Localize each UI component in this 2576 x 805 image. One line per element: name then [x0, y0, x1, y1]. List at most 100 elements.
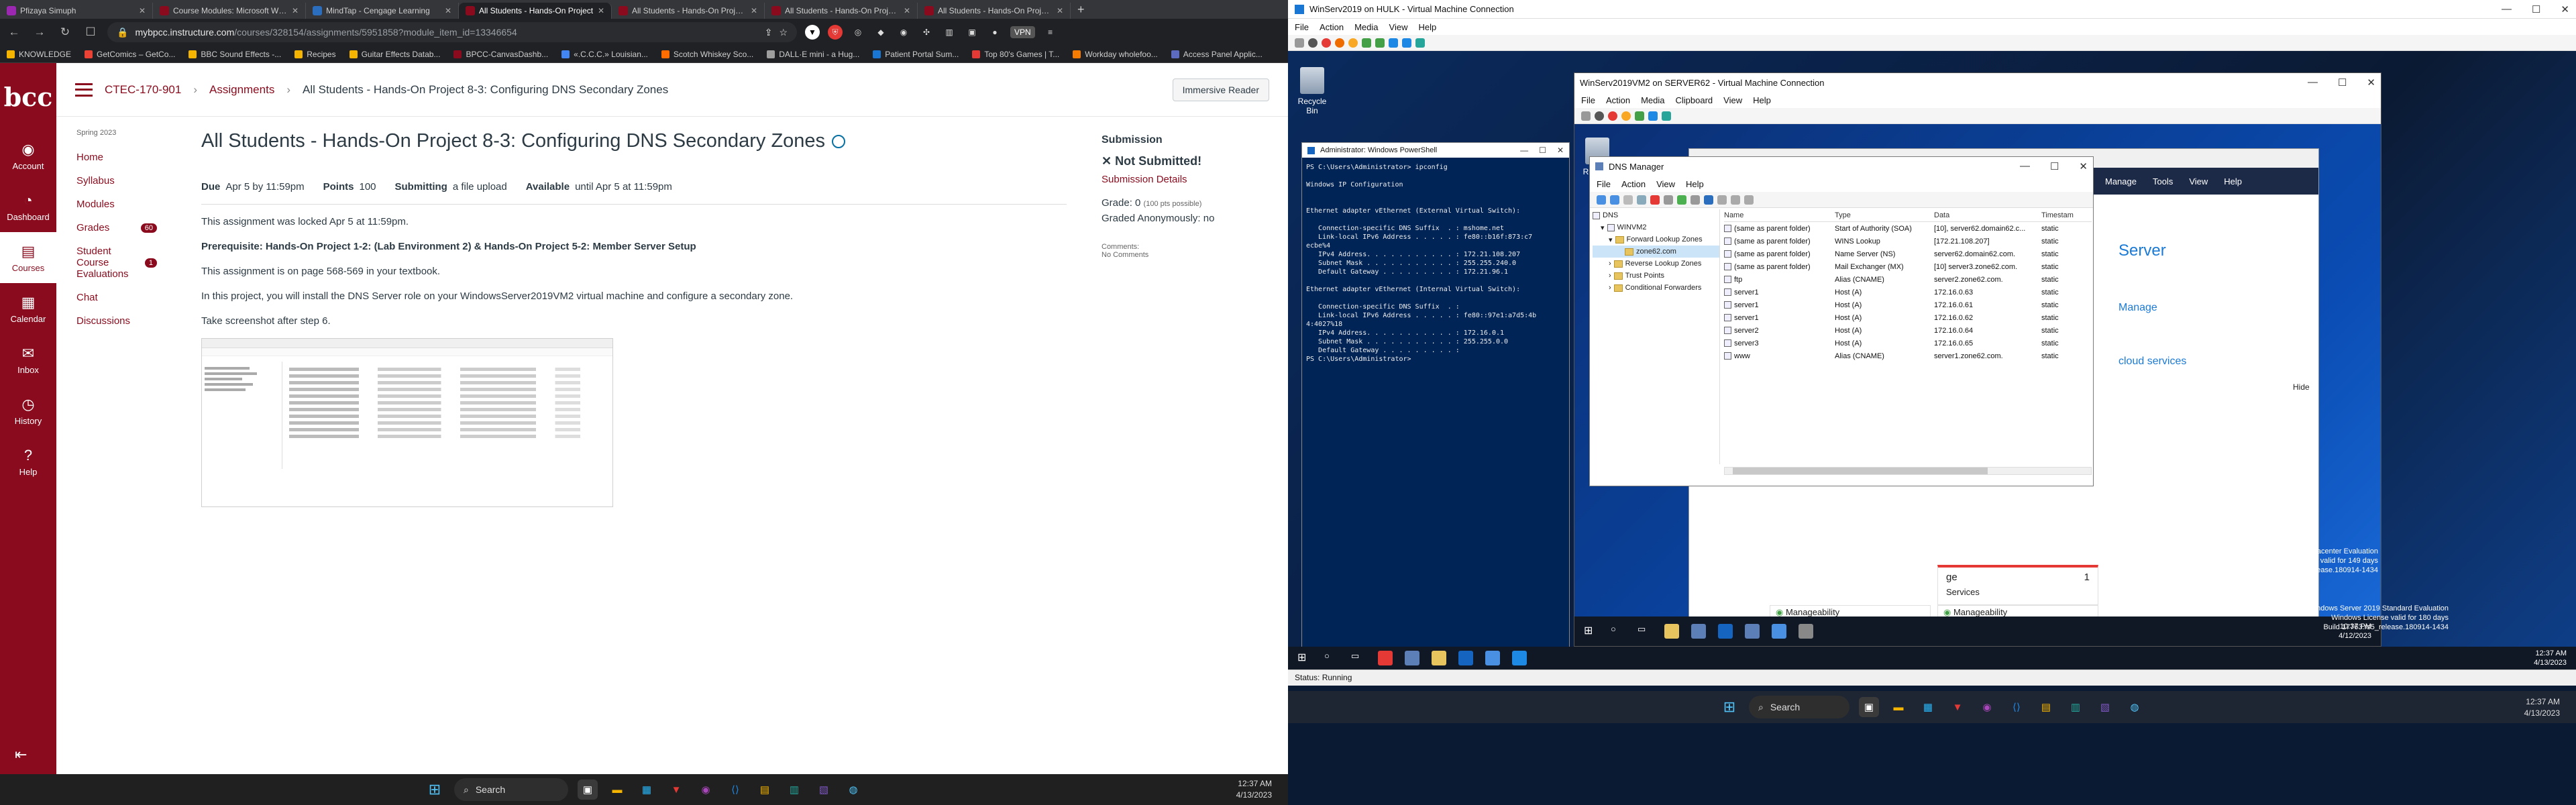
hyperv-icon[interactable]: ▧ — [2095, 697, 2115, 717]
menu-file[interactable]: File — [1581, 95, 1595, 105]
steam-icon[interactable]: ◍ — [2125, 697, 2145, 717]
terminal-icon[interactable]: ▥ — [2065, 697, 2086, 717]
breadcrumb-assignments[interactable]: Assignments — [209, 83, 274, 97]
menu-icon[interactable]: ≡ — [1043, 25, 1058, 40]
bookmark-item[interactable]: GetComics – GetCo... — [85, 50, 175, 59]
taskbar-clock-right[interactable]: 12:37 AM 4/13/2023 — [2524, 696, 2560, 719]
maximize-icon[interactable]: ☐ — [1539, 146, 1546, 155]
app-icon[interactable] — [1799, 624, 1813, 639]
brave-icon[interactable] — [1378, 651, 1393, 665]
tab-close-icon[interactable]: ✕ — [445, 6, 451, 15]
course-nav-item[interactable]: Modules — [76, 199, 177, 210]
export-icon[interactable] — [1690, 195, 1700, 205]
save-icon[interactable] — [1348, 38, 1358, 48]
menu-action[interactable]: Action — [1320, 22, 1344, 32]
breadcrumb-course[interactable]: CTEC-170-901 — [105, 83, 181, 97]
shield-icon[interactable]: ⛨ — [828, 25, 843, 40]
start-icon[interactable] — [1595, 111, 1604, 121]
store-icon[interactable]: ▦ — [637, 780, 657, 800]
menu-file[interactable]: File — [1295, 22, 1309, 32]
tab-close-icon[interactable]: ✕ — [1057, 6, 1063, 15]
search-icon[interactable]: ○ — [1324, 651, 1339, 665]
dns-horizontal-scrollbar[interactable] — [1724, 467, 2092, 475]
example-screenshot[interactable] — [201, 338, 613, 507]
shutdown-icon[interactable] — [1335, 38, 1344, 48]
dns-record-row[interactable]: (same as parent folder) WINS Lookup [172.2… — [1724, 235, 2092, 248]
sm-link-server[interactable]: Server — [2118, 241, 2166, 260]
start-icon[interactable] — [1308, 38, 1318, 48]
task-view-icon[interactable]: ▣ — [578, 780, 598, 800]
col-timestamp[interactable]: Timestam — [2041, 211, 2082, 219]
sm-hide[interactable]: Hide — [2293, 382, 2310, 392]
profile-icon[interactable]: ● — [987, 25, 1002, 40]
record-icon-3[interactable] — [1744, 195, 1754, 205]
back-icon[interactable]: ← — [5, 23, 23, 41]
bookmark-item[interactable]: KNOWLEDGE — [7, 50, 71, 59]
maximize-icon[interactable]: ☐ — [2050, 160, 2059, 172]
turnoff-icon[interactable] — [1608, 111, 1617, 121]
new-tab-icon[interactable]: + — [1077, 3, 1085, 17]
dns-record-row[interactable]: ftp Alias (CNAME) server2.zone62.com. stati… — [1724, 273, 2092, 286]
steam-icon[interactable]: ◍ — [843, 780, 863, 800]
menu-tools[interactable]: Tools — [2153, 176, 2173, 186]
dns-record-row[interactable]: server3 Host (A) 172.16.0.65 static — [1724, 337, 2092, 350]
menu-media[interactable]: Media — [1641, 95, 1664, 105]
tab-close-icon[interactable]: ✕ — [292, 6, 299, 15]
dns-record-row[interactable]: server1 Host (A) 172.16.0.63 static — [1724, 286, 2092, 299]
brave-icon[interactable]: ▼ — [805, 25, 820, 40]
reset-icon[interactable] — [1375, 38, 1385, 48]
sm-link-cloud[interactable]: cloud services — [2118, 356, 2186, 368]
collapse-nav-icon[interactable]: ⇤ — [15, 746, 27, 763]
tree-conditional-forwarders[interactable]: › Conditional Forwarders — [1593, 282, 1719, 294]
turnoff-icon[interactable] — [1322, 38, 1331, 48]
scrollbar-thumb[interactable] — [1733, 468, 1988, 474]
wallet-icon[interactable]: ▣ — [965, 25, 979, 40]
menu-help[interactable]: Help — [1418, 22, 1436, 32]
minimize-icon[interactable]: — — [2502, 3, 2512, 15]
share-icon[interactable]: ⇪ — [765, 27, 773, 38]
notes-icon[interactable]: ▤ — [755, 780, 775, 800]
close-icon[interactable]: ✕ — [2367, 76, 2375, 89]
task-view-icon[interactable]: ▭ — [1638, 624, 1652, 639]
immersive-reader-button[interactable]: Immersive Reader — [1172, 78, 1269, 101]
extension-icon-1[interactable]: ◎ — [851, 25, 865, 40]
col-type[interactable]: Type — [1835, 211, 1934, 219]
maximize-icon[interactable]: ☐ — [2532, 3, 2540, 15]
extension-icon-2[interactable]: ◆ — [873, 25, 888, 40]
menu-help[interactable]: Help — [1753, 95, 1771, 105]
bookmark-item[interactable]: DALL·E mini - a Hug... — [767, 50, 859, 59]
tree-dns[interactable]: DNS — [1593, 209, 1719, 221]
menu-view[interactable]: View — [1389, 22, 1408, 32]
browser-tab[interactable]: All Students - Hands-On Project 8- ✕ — [612, 3, 765, 19]
dns-record-row[interactable]: (same as parent folder) Mail Exchanger (M… — [1724, 260, 2092, 273]
menu-view[interactable]: View — [1656, 179, 1675, 189]
pause-icon[interactable] — [1362, 38, 1371, 48]
close-icon[interactable]: ✕ — [1557, 146, 1564, 155]
tree-reverse-zones[interactable]: › Reverse Lookup Zones — [1593, 258, 1719, 270]
store-icon[interactable]: ▦ — [1918, 697, 1938, 717]
bookmark-item[interactable]: Workday wholefoo... — [1073, 50, 1158, 59]
powershell-icon[interactable] — [1718, 624, 1733, 639]
puzzle-icon[interactable]: ✣ — [919, 25, 934, 40]
server-manager-icon[interactable] — [1691, 624, 1706, 639]
app-icon[interactable]: ◉ — [1977, 697, 1997, 717]
global-nav-dashboard[interactable]: ◔ Dashboard — [0, 181, 56, 232]
file-explorer-icon[interactable]: ▬ — [1888, 697, 1909, 717]
col-name[interactable]: Name — [1724, 211, 1835, 219]
bookmark-item[interactable]: Patient Portal Sum... — [873, 50, 959, 59]
bookmark-item[interactable]: Scotch Whiskey Sco... — [661, 50, 753, 59]
tree-forward-zones[interactable]: ▾ Forward Lookup Zones — [1593, 233, 1719, 246]
checkpoint-icon[interactable] — [1648, 111, 1658, 121]
hamburger-menu-icon[interactable] — [75, 83, 93, 97]
close-icon[interactable]: ✕ — [2079, 160, 2088, 172]
terminal-icon[interactable]: ▥ — [784, 780, 804, 800]
back-icon[interactable] — [1597, 195, 1606, 205]
sm-services-card[interactable]: ge 1 Services — [1937, 565, 2098, 605]
dns-record-row[interactable]: (same as parent folder) Name Server (NS) s… — [1724, 248, 2092, 260]
reload-icon[interactable]: ↻ — [56, 23, 74, 41]
properties-icon[interactable] — [1664, 195, 1673, 205]
maximize-icon[interactable]: ☐ — [2338, 76, 2347, 89]
browser-tab[interactable]: All Students - Hands-On Project 8- ✕ — [918, 3, 1071, 19]
extension-icon-3[interactable]: ◉ — [896, 25, 911, 40]
file-explorer-icon[interactable]: ▬ — [607, 780, 627, 800]
